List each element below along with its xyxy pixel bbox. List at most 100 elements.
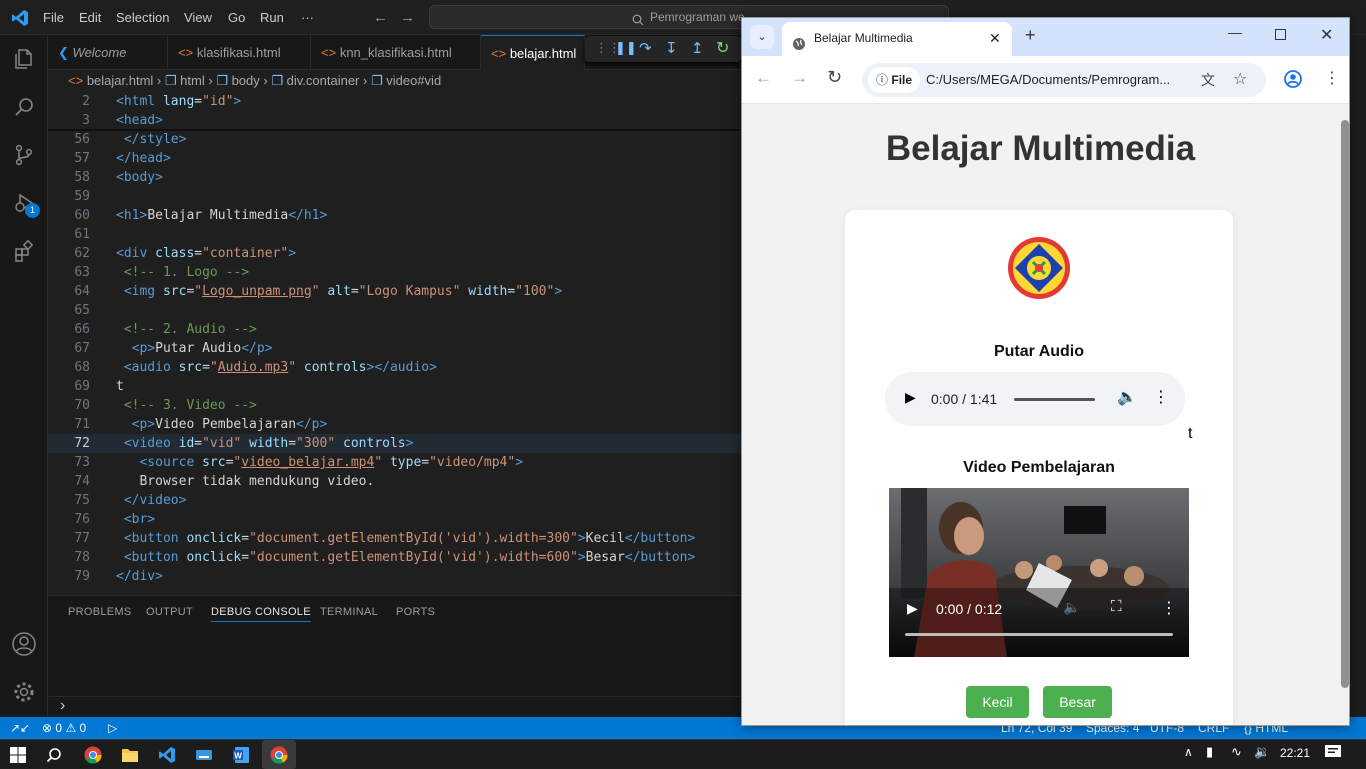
chrome-icon[interactable] — [79, 740, 107, 769]
taskbar-clock[interactable]: 22:21 — [1280, 746, 1310, 760]
menu-file[interactable]: File — [43, 0, 64, 35]
browser-menu-icon[interactable]: ⋮ — [1324, 68, 1340, 88]
close-tab-icon[interactable]: ✕ — [989, 22, 1001, 54]
code-line[interactable]: 76 <br> — [48, 510, 741, 529]
panel-tab-debug-console[interactable]: DEBUG CONSOLE — [211, 606, 311, 622]
accounts-icon[interactable] — [0, 620, 48, 668]
breadcrumb-div[interactable]: div.container — [287, 73, 360, 88]
code-line[interactable]: 71 <p>Video Pembelajaran</p> — [48, 415, 741, 434]
volume-icon[interactable]: 🔈 — [1117, 387, 1137, 407]
forward-arrow-icon[interactable]: → — [400, 9, 415, 26]
breadcrumb-video[interactable]: video#vid — [386, 73, 441, 88]
code-line[interactable]: 62 <div class="container"> — [48, 244, 741, 263]
vscode-taskbar-icon[interactable] — [153, 740, 181, 769]
audio-progress-track[interactable] — [1014, 398, 1095, 401]
code-line[interactable]: 68 <audio src="Audio.mp3" controls></aud… — [48, 358, 741, 377]
play-icon[interactable]: ▶ — [905, 389, 916, 406]
profile-icon[interactable] — [1283, 69, 1303, 92]
code-line[interactable]: 2 <html lang="id"> — [48, 92, 741, 111]
code-line[interactable]: 77 <button onclick="document.getElementB… — [48, 529, 741, 548]
video-mute-icon[interactable]: 🔈 — [1063, 599, 1080, 616]
breadcrumb-file[interactable]: belajar.html — [87, 73, 153, 88]
close-window-icon[interactable]: ✕ — [1320, 25, 1333, 45]
maximize-icon[interactable] — [1275, 29, 1286, 40]
menu-selection[interactable]: Selection — [116, 0, 169, 35]
run-debug-icon[interactable]: 1 — [0, 179, 48, 227]
console-prompt-icon[interactable]: › — [60, 697, 65, 715]
tab-belajar[interactable]: <> belajar.html — [481, 35, 585, 70]
code-line[interactable]: 73 <source src="video_belajar.mp4" type=… — [48, 453, 741, 472]
menu-more[interactable]: ··· — [301, 0, 314, 35]
bookmark-star-icon[interactable]: ☆ — [1233, 63, 1247, 97]
settings-gear-icon[interactable] — [0, 668, 48, 716]
code-line[interactable]: 64 <img src="Logo_unpam.png" alt="Logo K… — [48, 282, 741, 301]
notification-icon[interactable] — [1324, 744, 1342, 763]
debug-status-icon[interactable]: ▷ — [108, 717, 117, 739]
code-line[interactable]: 57 </head> — [48, 149, 741, 168]
menu-edit[interactable]: Edit — [79, 0, 101, 35]
windows-start-icon[interactable] — [4, 740, 32, 769]
code-line[interactable]: 63 <!-- 1. Logo --> — [48, 263, 741, 282]
chevron-up-icon[interactable]: ∧ — [1184, 745, 1193, 759]
code-line[interactable]: 70 <!-- 3. Video --> — [48, 396, 741, 415]
translate-icon[interactable]: 文 — [1201, 63, 1215, 97]
tab-welcome[interactable]: ❮ Welcome — [48, 35, 168, 70]
code-line[interactable]: 60 <h1>Belajar Multimedia</h1> — [48, 206, 741, 225]
minimize-icon[interactable]: — — [1228, 24, 1242, 40]
code-line[interactable]: 79 </div> — [48, 567, 741, 586]
explorer-icon[interactable] — [0, 35, 48, 83]
code-line[interactable]: 56 </style> — [48, 130, 741, 149]
large-video-button[interactable]: Besar — [1043, 686, 1112, 718]
menu-run[interactable]: Run — [260, 0, 284, 35]
extensions-icon[interactable] — [0, 227, 48, 275]
breadcrumb-html[interactable]: html — [180, 73, 205, 88]
tab-search-dropdown-icon[interactable]: ⌄ — [750, 25, 774, 49]
panel-tab-problems[interactable]: PROBLEMS — [68, 606, 132, 618]
tab-klasifikasi[interactable]: <> klasifikasi.html — [168, 35, 311, 70]
search-sidebar-icon[interactable] — [0, 83, 48, 131]
panel-tab-ports[interactable]: PORTS — [396, 606, 435, 618]
address-bar[interactable]: ⓘ File C:/Users/MEGA/Documents/Pemrogram… — [862, 63, 1266, 97]
step-over-icon[interactable]: ↷ — [639, 39, 652, 57]
back-arrow-icon[interactable]: ← — [373, 9, 388, 26]
restart-icon[interactable]: ↻ — [716, 38, 729, 58]
code-line[interactable]: 59 — [48, 187, 741, 206]
code-line[interactable]: 3 <head> — [48, 111, 741, 130]
step-into-icon[interactable]: ↧ — [665, 39, 678, 57]
back-icon[interactable]: ← — [755, 68, 772, 88]
panel-tab-terminal[interactable]: TERMINAL — [320, 606, 378, 618]
video-progress-track[interactable] — [905, 633, 1173, 636]
code-editor[interactable]: 2 <html lang="id"> 3 <head> 56 </style> 57 </h… — [48, 92, 741, 595]
tab-knn-klasifikasi[interactable]: <> knn_klasifikasi.html — [311, 35, 481, 70]
scrollbar-thumb[interactable] — [1341, 120, 1349, 688]
menu-view[interactable]: View — [184, 0, 212, 35]
remote-icon[interactable]: ↗↙ — [10, 717, 30, 739]
site-info-chip[interactable]: ⓘ File — [868, 67, 921, 93]
word-icon[interactable]: W — [227, 740, 255, 769]
code-line[interactable]: 66 <!-- 2. Audio --> — [48, 320, 741, 339]
file-explorer-icon[interactable] — [116, 740, 144, 769]
taskbar-search-icon[interactable] — [40, 740, 68, 769]
audio-more-icon[interactable]: ⋮ — [1153, 387, 1169, 407]
code-line[interactable]: 61 — [48, 225, 741, 244]
menu-go[interactable]: Go — [228, 0, 245, 35]
panel-tab-output[interactable]: OUTPUT — [146, 606, 193, 618]
wifi-icon[interactable]: ∿ — [1231, 744, 1242, 760]
code-line[interactable]: 72 <video id="vid" width="300" controls> — [48, 434, 741, 453]
battery-icon[interactable]: ▮ — [1206, 744, 1213, 760]
problems-status[interactable]: ⊗ 0 ⚠ 0 — [42, 717, 86, 739]
code-line[interactable]: 65 — [48, 301, 741, 320]
pause-icon[interactable]: ❚❚ — [615, 40, 637, 56]
source-control-icon[interactable] — [0, 131, 48, 179]
video-more-icon[interactable]: ⋮ — [1161, 598, 1177, 618]
code-line[interactable]: 67 <p>Putar Audio</p> — [48, 339, 741, 358]
code-line[interactable]: 69 t — [48, 377, 741, 396]
new-tab-icon[interactable]: + — [1025, 25, 1036, 46]
fullscreen-icon[interactable]: ⛶ — [1111, 598, 1122, 615]
browser-tab-active[interactable]: Belajar Multimedia ✕ — [782, 22, 1012, 56]
code-line[interactable]: 75 </video> — [48, 491, 741, 510]
breadcrumb-body[interactable]: body — [232, 73, 260, 88]
video-player[interactable]: ▶ 0:00 / 0:12 🔈 ⛶ ⋮ — [889, 488, 1189, 657]
volume-icon[interactable]: 🔉 — [1254, 744, 1270, 760]
chrome-active-icon[interactable] — [262, 740, 296, 769]
